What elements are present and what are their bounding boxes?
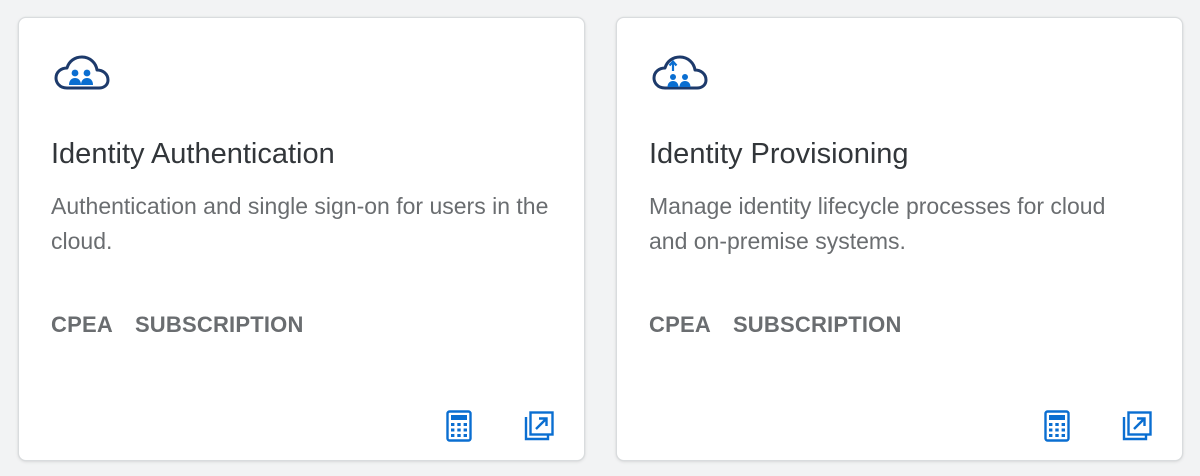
service-card-identity-authentication[interactable]: Identity Authentication Authentication a… <box>18 17 585 461</box>
calculator-button[interactable] <box>1039 408 1075 444</box>
open-external-button[interactable] <box>1119 408 1155 444</box>
service-catalog: Identity Authentication Authentication a… <box>0 0 1200 476</box>
service-card-identity-provisioning[interactable]: Identity Provisioning Manage identity li… <box>616 17 1183 461</box>
tag-subscription: SUBSCRIPTION <box>134 312 304 337</box>
cloud-users-icon <box>54 55 110 90</box>
tag-subscription: SUBSCRIPTION <box>732 312 902 337</box>
card-title: Identity Authentication <box>51 138 335 170</box>
calculator-icon <box>1044 410 1070 442</box>
card-description: Manage identity lifecycle processes for … <box>649 193 1106 254</box>
tag-cpea: CPEA <box>649 312 711 337</box>
tag-cpea: CPEA <box>51 312 113 337</box>
card-title: Identity Provisioning <box>649 138 909 170</box>
cloud-users-upload-icon <box>652 55 708 90</box>
open-external-icon <box>1122 411 1152 441</box>
open-external-button[interactable] <box>521 408 557 444</box>
card-description: Authentication and single sign-on for us… <box>51 193 549 254</box>
tag-list: CPEA SUBSCRIPTION <box>51 311 304 339</box>
open-external-icon <box>524 411 554 441</box>
tag-list: CPEA SUBSCRIPTION <box>649 311 902 339</box>
calculator-icon <box>446 410 472 442</box>
calculator-button[interactable] <box>441 408 477 444</box>
